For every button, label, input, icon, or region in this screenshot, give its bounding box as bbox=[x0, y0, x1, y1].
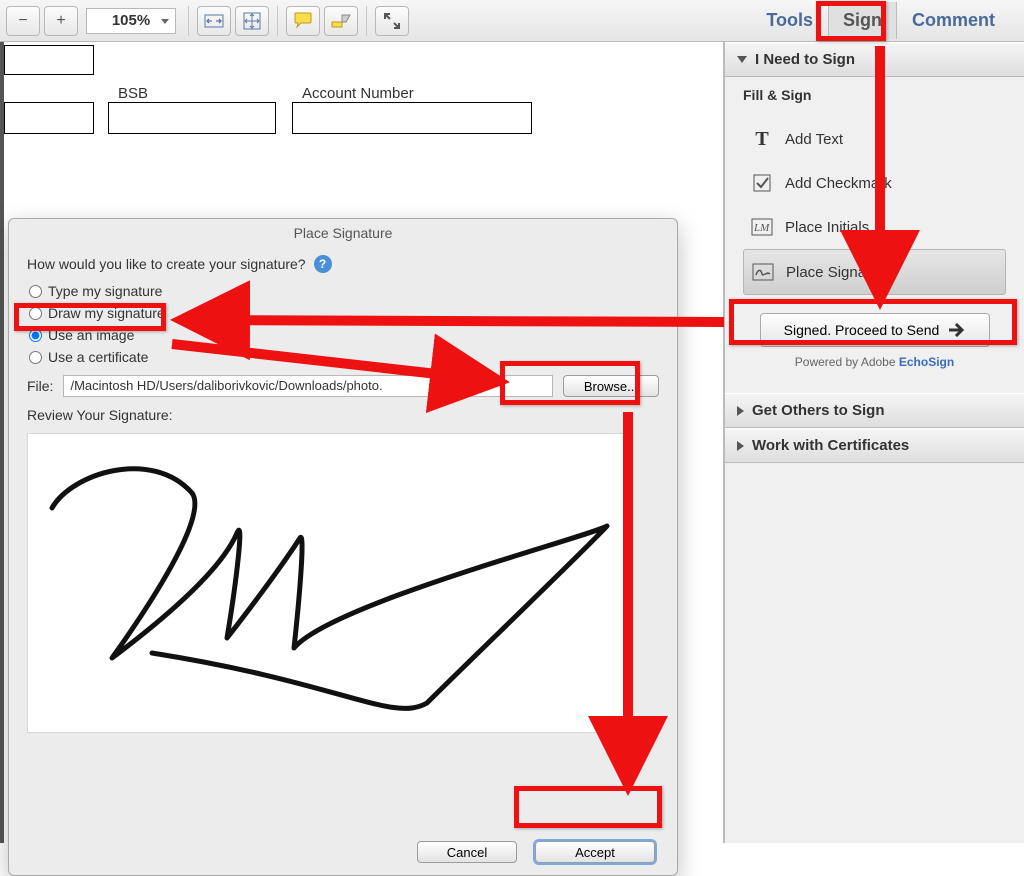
radio-use-certificate[interactable]: Use a certificate bbox=[29, 349, 659, 365]
panel-section-get-others[interactable]: Get Others to Sign bbox=[725, 393, 1024, 428]
place-signature-dialog: Place Signature How would you like to cr… bbox=[8, 218, 678, 876]
zoom-in-button[interactable]: + bbox=[44, 6, 78, 36]
tool-label: Add Checkmark bbox=[785, 175, 892, 192]
form-field-account[interactable] bbox=[292, 102, 532, 134]
dialog-body: How would you like to create your signat… bbox=[9, 251, 677, 747]
radio-draw-signature[interactable]: Draw my signature bbox=[29, 305, 659, 321]
tab-comment[interactable]: Comment bbox=[897, 2, 1010, 39]
radio-label: Use a certificate bbox=[48, 349, 148, 365]
comment-bubble-button[interactable] bbox=[286, 6, 320, 36]
tab-tools[interactable]: Tools bbox=[751, 2, 828, 39]
accept-button[interactable]: Accept bbox=[535, 841, 655, 863]
help-icon[interactable]: ? bbox=[314, 255, 332, 273]
file-label: File: bbox=[27, 378, 53, 394]
form-field[interactable] bbox=[4, 45, 94, 75]
radio-label: Type my signature bbox=[48, 283, 162, 299]
fit-width-button[interactable] bbox=[197, 6, 231, 36]
dialog-footer: Cancel Accept bbox=[417, 841, 655, 863]
proceed-to-send-button[interactable]: Signed. Proceed to Send bbox=[760, 313, 990, 347]
form-label-account: Account Number bbox=[302, 85, 414, 102]
dialog-title: Place Signature bbox=[9, 219, 677, 251]
fill-sign-title: Fill & Sign bbox=[743, 87, 1006, 103]
tool-label: Add Text bbox=[785, 131, 843, 148]
sign-panel: I Need to Sign Fill & Sign T Add Text Ad… bbox=[724, 42, 1024, 843]
prompt-text: How would you like to create your signat… bbox=[27, 256, 306, 272]
radio-label: Draw my signature bbox=[48, 305, 165, 321]
echosign-link[interactable]: EchoSign bbox=[899, 355, 954, 369]
tool-place-signature[interactable]: Place Signature bbox=[743, 249, 1006, 295]
radio-input[interactable] bbox=[29, 307, 42, 320]
form-label-bsb: BSB bbox=[118, 85, 148, 102]
fit-page-icon bbox=[243, 12, 261, 30]
text-icon: T bbox=[751, 129, 773, 149]
proceed-label: Signed. Proceed to Send bbox=[784, 322, 940, 338]
radio-label: Use an image bbox=[48, 327, 134, 343]
radio-input[interactable] bbox=[29, 329, 42, 342]
highlighter-icon bbox=[330, 12, 352, 30]
tool-label: Place Signature bbox=[786, 264, 892, 281]
form-field[interactable] bbox=[4, 102, 94, 134]
main-toolbar: − + 105% Tools Sign Comment bbox=[0, 0, 1024, 42]
dialog-prompt: How would you like to create your signat… bbox=[27, 255, 659, 273]
zoom-level-select[interactable]: 105% bbox=[86, 8, 176, 34]
browse-button[interactable]: Browse... bbox=[563, 375, 659, 397]
expand-icon bbox=[383, 12, 401, 30]
signature-preview bbox=[27, 433, 627, 733]
arrow-right-icon bbox=[949, 323, 965, 337]
chevron-right-icon bbox=[737, 441, 744, 451]
file-path-input[interactable]: /Macintosh HD/Users/daliborivkovic/Downl… bbox=[63, 375, 552, 397]
powered-text: Powered by Adobe bbox=[795, 355, 899, 369]
tool-add-text[interactable]: T Add Text bbox=[743, 117, 1006, 161]
chevron-down-icon bbox=[737, 56, 747, 63]
section-title: I Need to Sign bbox=[755, 51, 855, 68]
radio-input[interactable] bbox=[29, 351, 42, 364]
svg-text:LM: LM bbox=[753, 222, 770, 234]
fullscreen-button[interactable] bbox=[375, 6, 409, 36]
toolbar-separator bbox=[277, 6, 278, 36]
checkmark-icon bbox=[751, 173, 773, 193]
radio-input[interactable] bbox=[29, 285, 42, 298]
form-field-bsb[interactable] bbox=[108, 102, 276, 134]
tool-add-checkmark[interactable]: Add Checkmark bbox=[743, 161, 1006, 205]
panel-section-work-certs[interactable]: Work with Certificates bbox=[725, 428, 1024, 463]
zoom-out-button[interactable]: − bbox=[6, 6, 40, 36]
file-row: File: /Macintosh HD/Users/daliborivkovic… bbox=[27, 375, 659, 397]
chevron-right-icon bbox=[737, 406, 744, 416]
toolbar-separator bbox=[188, 6, 189, 36]
cancel-button[interactable]: Cancel bbox=[417, 841, 517, 863]
tool-place-initials[interactable]: LM Place Initials bbox=[743, 205, 1006, 249]
zoom-value: 105% bbox=[112, 12, 150, 29]
right-tabs: Tools Sign Comment bbox=[751, 2, 1020, 39]
initials-icon: LM bbox=[751, 217, 773, 237]
panel-body: Fill & Sign T Add Text Add Checkmark LM … bbox=[725, 77, 1024, 393]
document-area: BSB Account Number Place Signature How w… bbox=[0, 42, 724, 843]
main-area: BSB Account Number Place Signature How w… bbox=[0, 42, 1024, 843]
toolbar-separator bbox=[366, 6, 367, 36]
radio-use-image[interactable]: Use an image bbox=[29, 327, 659, 343]
radio-type-signature[interactable]: Type my signature bbox=[29, 283, 659, 299]
signature-image bbox=[32, 438, 622, 728]
plus-icon: + bbox=[56, 12, 65, 30]
panel-section-need-to-sign[interactable]: I Need to Sign bbox=[725, 42, 1024, 77]
highlight-button[interactable] bbox=[324, 6, 358, 36]
signature-icon bbox=[752, 262, 774, 282]
doc-shadow bbox=[0, 42, 4, 843]
tab-sign[interactable]: Sign bbox=[828, 2, 897, 39]
minus-icon: − bbox=[18, 12, 27, 30]
review-label: Review Your Signature: bbox=[27, 407, 659, 423]
tool-label: Place Initials bbox=[785, 219, 869, 236]
fit-page-button[interactable] bbox=[235, 6, 269, 36]
speech-bubble-icon bbox=[293, 12, 313, 30]
powered-by: Powered by Adobe EchoSign bbox=[743, 355, 1006, 369]
section-title: Work with Certificates bbox=[752, 437, 909, 454]
section-title: Get Others to Sign bbox=[752, 402, 885, 419]
fit-width-icon bbox=[204, 14, 224, 28]
